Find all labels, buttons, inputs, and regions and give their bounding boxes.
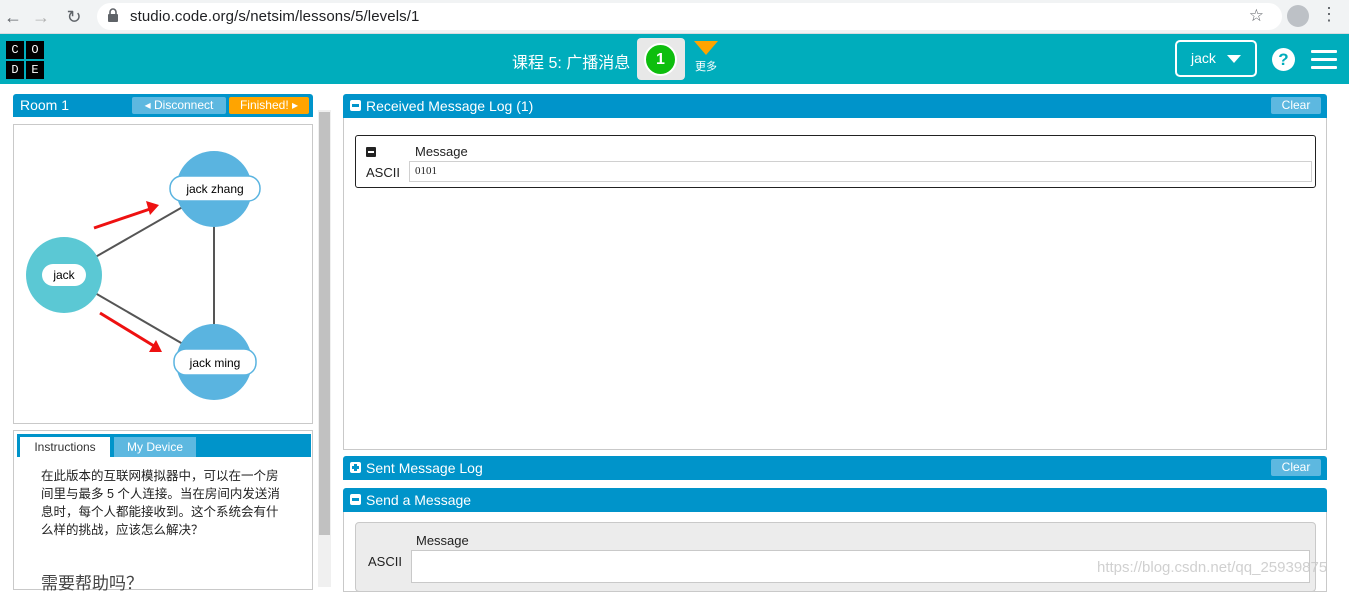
url-text: studio.code.org/s/netsim/lessons/5/level… — [130, 8, 420, 25]
code-logo[interactable]: C O D E — [4, 39, 46, 81]
message-value: 0101 — [409, 161, 1312, 182]
scrollbar-thumb[interactable] — [319, 112, 330, 535]
node-label-self: jack — [52, 268, 75, 282]
room-bar: Room 1 ◂ Disconnect Finished! ▸ — [13, 94, 313, 117]
arrow-to-jack-zhang — [93, 201, 159, 230]
received-log-body: Message ASCII 0101 — [343, 118, 1327, 450]
level-bubble[interactable]: 1 — [644, 43, 677, 76]
message-column-header: Message — [416, 533, 469, 548]
received-message: Message ASCII 0101 — [355, 135, 1316, 188]
caret-down-icon — [1227, 55, 1241, 63]
expand-icon[interactable] — [350, 462, 361, 473]
room-title: Room 1 — [20, 97, 70, 113]
logo-letter: E — [26, 61, 44, 79]
hamburger-menu-icon[interactable] — [1311, 50, 1337, 70]
watermark: https://blog.csdn.net/qq_25939875 — [1097, 559, 1328, 576]
tab-strip: Instructions My Device — [17, 434, 311, 457]
collapse-icon[interactable] — [350, 494, 361, 505]
node-label-peer-1: jack zhang — [185, 182, 243, 196]
sent-log-title: Sent Message Log — [366, 460, 483, 476]
star-icon[interactable]: ☆ — [1249, 6, 1264, 26]
encoding-label: ASCII — [368, 554, 402, 569]
user-name: jack — [1191, 50, 1216, 66]
tab-my-device[interactable]: My Device — [114, 437, 196, 457]
help-icon[interactable]: ? — [1272, 48, 1295, 71]
arrow-to-jack-ming — [99, 311, 162, 352]
instructions-text: 在此版本的互联网模拟器中，可以在一个房间里与最多 5 个人连接。当在房间内发送消… — [41, 469, 280, 537]
more-label: 更多 — [695, 61, 717, 73]
level-progress: 1 — [637, 38, 685, 80]
logo-letter: C — [6, 41, 24, 59]
sent-log-header[interactable]: Sent Message Log Clear — [343, 456, 1327, 480]
encoding-label: ASCII — [366, 165, 400, 180]
profile-icon[interactable] — [1287, 5, 1309, 27]
arrow-right-icon[interactable]: → — [28, 4, 54, 30]
node-label-peer-2: jack ming — [189, 356, 241, 370]
lesson-title: 课程 5: 广播消息 — [512, 55, 631, 72]
network-graph: jack jack zhang jack ming — [13, 124, 313, 424]
message-column-header: Message — [415, 144, 468, 159]
finished-button[interactable]: Finished! ▸ — [229, 97, 309, 114]
logo-letter: D — [6, 61, 24, 79]
collapse-icon[interactable] — [350, 100, 361, 111]
triangle-down-icon — [694, 41, 718, 55]
lock-icon — [108, 8, 118, 22]
more-button[interactable]: 更多 — [693, 41, 719, 74]
received-log-title: Received Message Log (1) — [366, 98, 534, 114]
send-message-header[interactable]: Send a Message — [343, 488, 1327, 512]
received-log-header[interactable]: Received Message Log (1) Clear — [343, 94, 1327, 118]
clear-received-button[interactable]: Clear — [1271, 97, 1321, 114]
network-diagram: jack jack zhang jack ming — [26, 151, 261, 400]
user-menu-button[interactable]: jack — [1175, 40, 1257, 77]
send-message-body: Message ASCII — [343, 512, 1327, 592]
browser-toolbar: ← → ↻ studio.code.org/s/netsim/lessons/5… — [0, 0, 1349, 34]
send-message-card: Message ASCII — [355, 522, 1316, 592]
tab-instructions[interactable]: Instructions — [20, 437, 110, 457]
clear-sent-button[interactable]: Clear — [1271, 459, 1321, 476]
instructions-panel: Instructions My Device 在此版本的互联网模拟器中，可以在一… — [13, 430, 313, 593]
need-help-heading: 需要帮助吗？ — [41, 574, 143, 593]
more-vert-icon[interactable]: ⋮ — [1320, 4, 1338, 25]
collapse-icon[interactable] — [366, 147, 376, 157]
disconnect-button[interactable]: ◂ Disconnect — [132, 97, 226, 114]
logo-letter: O — [26, 41, 44, 59]
arrow-left-icon[interactable]: ← — [0, 4, 26, 30]
send-message-title: Send a Message — [366, 492, 472, 508]
reload-icon[interactable]: ↻ — [61, 4, 87, 30]
app-header: C O D E 课程 5: 广播消息 1 更多 jack ? — [0, 34, 1349, 84]
left-scrollbar[interactable] — [318, 110, 331, 587]
address-bar[interactable]: studio.code.org/s/netsim/lessons/5/level… — [97, 3, 1282, 30]
